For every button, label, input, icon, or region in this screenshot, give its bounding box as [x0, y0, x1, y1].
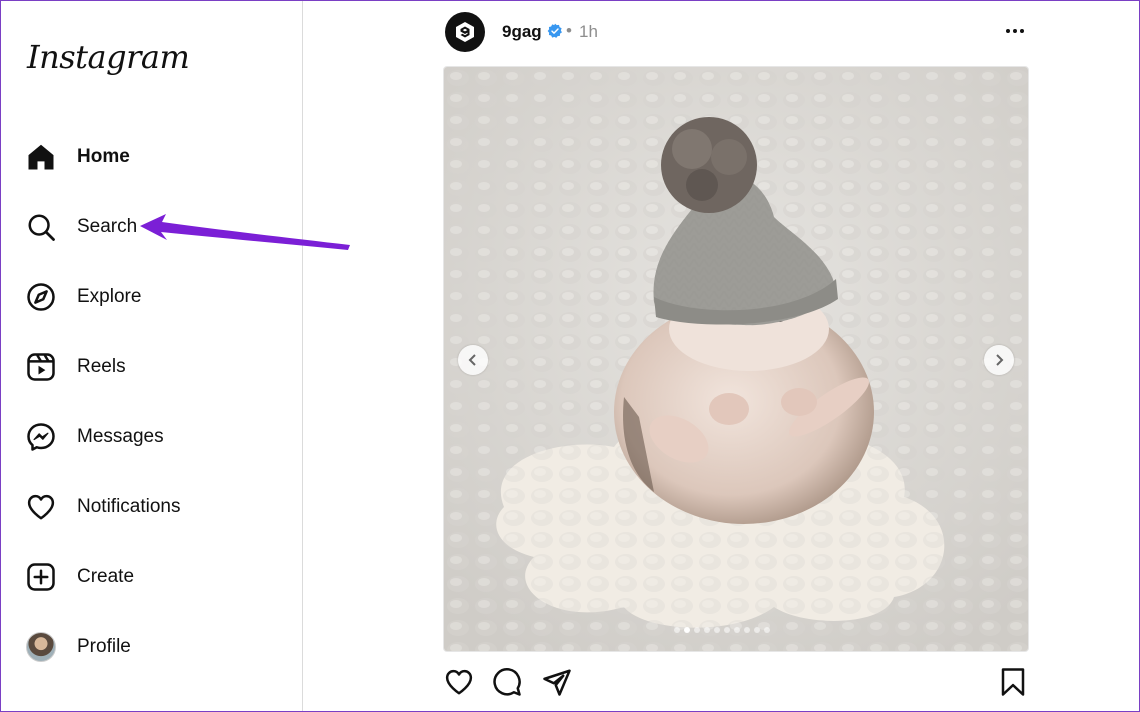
avatar [26, 632, 56, 662]
sidebar-item-reels[interactable]: Reels [24, 343, 284, 391]
heart-icon [445, 669, 473, 695]
carousel-dot [674, 627, 680, 633]
share-button[interactable] [541, 666, 573, 698]
comment-button[interactable] [491, 666, 523, 698]
sidebar-item-profile[interactable]: Profile [24, 623, 284, 671]
sidebar-item-label: Profile [77, 636, 131, 657]
sidebar-item-label: Search [77, 216, 138, 237]
hedgehog-photo [444, 67, 1028, 651]
save-button[interactable] [997, 666, 1029, 698]
carousel-dot [704, 627, 710, 633]
sidebar-item-label: Create [77, 566, 135, 587]
home-icon [24, 140, 58, 174]
plus-square-icon [24, 560, 58, 594]
like-button[interactable] [443, 666, 475, 698]
sidebar-item-notifications[interactable]: Notifications [24, 483, 284, 531]
carousel-dot [714, 627, 720, 633]
more-dot [1006, 29, 1010, 33]
verified-badge-icon [547, 23, 563, 44]
bookmark-icon [1001, 668, 1025, 696]
post-time[interactable]: 1h [579, 22, 598, 42]
carousel-dot [764, 627, 770, 633]
search-icon [24, 210, 58, 244]
post-media[interactable] [443, 66, 1029, 652]
post-actions [443, 666, 1029, 698]
annotation-arrow [140, 214, 350, 250]
carousel-dot [744, 627, 750, 633]
post-author-avatar[interactable] [445, 12, 485, 52]
reels-icon [24, 350, 58, 384]
carousel-dot [754, 627, 760, 633]
comment-icon [493, 668, 521, 696]
carousel-indicator [674, 627, 770, 633]
carousel-dot [684, 627, 690, 633]
compass-icon [24, 280, 58, 314]
sidebar-item-label: Reels [77, 356, 126, 377]
sidebar-item-create[interactable]: Create [24, 553, 284, 601]
profile-avatar-wrap [24, 630, 58, 664]
messenger-icon [24, 420, 58, 454]
sidebar-item-explore[interactable]: Explore [24, 273, 284, 321]
sidebar-item-home[interactable]: Home [24, 133, 284, 181]
9gag-logo-icon [456, 22, 474, 42]
more-dot [1013, 29, 1017, 33]
post-header: 9gag • 1h [445, 11, 1030, 53]
sidebar-item-messages[interactable]: Messages [24, 413, 284, 461]
share-icon [543, 669, 571, 696]
sidebar-item-label: Explore [77, 286, 142, 307]
chevron-left-icon [468, 354, 476, 366]
sidebar: Instagram Home Search Explore Reels Mess… [0, 0, 303, 712]
sidebar-item-label: Messages [77, 426, 164, 447]
heart-icon [24, 490, 58, 524]
more-dot [1020, 29, 1024, 33]
carousel-dot [724, 627, 730, 633]
more-options-button[interactable] [1000, 19, 1030, 43]
carousel-dot [694, 627, 700, 633]
carousel-next-button[interactable] [984, 345, 1014, 375]
post-username[interactable]: 9gag [502, 22, 542, 42]
chevron-right-icon [996, 354, 1004, 366]
separator-dot: • [566, 21, 572, 40]
sidebar-item-label: Notifications [77, 496, 181, 517]
sidebar-item-label: Home [77, 146, 130, 167]
carousel-prev-button[interactable] [458, 345, 488, 375]
instagram-logo[interactable]: Instagram [27, 38, 190, 76]
carousel-dot [734, 627, 740, 633]
